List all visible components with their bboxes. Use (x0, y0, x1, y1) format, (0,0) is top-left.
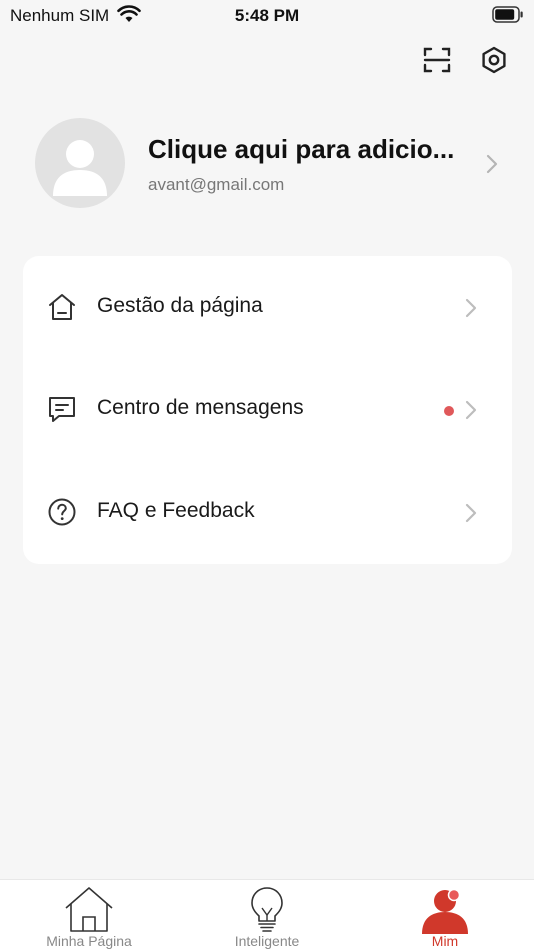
person-icon (422, 888, 468, 934)
tab-inteligente[interactable]: Inteligente (178, 880, 356, 950)
unread-indicator (444, 406, 454, 416)
menu-item-label: Gestão da página (97, 294, 263, 317)
house-icon (65, 887, 113, 932)
tab-mim[interactable]: Mim (356, 880, 534, 950)
scan-button[interactable] (419, 42, 455, 78)
menu-item-label: FAQ e Feedback (97, 499, 255, 522)
home-icon (45, 290, 79, 324)
lightbulb-icon (251, 887, 283, 932)
chevron-right-icon (465, 298, 477, 318)
profile-email: avant@gmail.com (148, 175, 285, 194)
settings-icon (482, 46, 506, 74)
tab-label: Mim (431, 933, 459, 949)
tab-label: Minha Página (46, 933, 132, 949)
message-icon (45, 392, 79, 426)
tab-bar: Minha Página Inteligente Mim (0, 879, 534, 950)
menu-item-messages[interactable]: Centro de mensagens (23, 358, 512, 460)
chevron-right-icon (486, 154, 498, 174)
settings-button[interactable] (476, 42, 512, 78)
menu-card: Gestão da página Centro de mensagens FAQ… (23, 256, 512, 564)
menu-item-label: Centro de mensagens (97, 396, 304, 419)
profile-header[interactable]: Clique aqui para adicio... avant@gmail.c… (0, 112, 534, 216)
menu-item-faq-feedback[interactable]: FAQ e Feedback (23, 461, 512, 563)
help-icon (45, 495, 79, 529)
chevron-right-icon (465, 503, 477, 523)
chevron-right-icon (465, 400, 477, 420)
battery-icon (492, 6, 523, 23)
default-avatar-icon (53, 140, 107, 196)
tab-minha-pagina[interactable]: Minha Página (0, 880, 178, 950)
avatar[interactable] (35, 118, 125, 208)
status-time: 5:48 PM (234, 6, 300, 25)
menu-item-page-management[interactable]: Gestão da página (23, 256, 512, 358)
status-bar: Nenhum SIM 5:48 PM (0, 0, 534, 30)
profile-name[interactable]: Clique aqui para adicio... (148, 134, 468, 165)
tab-label: Inteligente (234, 933, 300, 949)
profile-screen: Nenhum SIM 5:48 PM Clique aqui para adic… (0, 0, 534, 950)
scan-icon (423, 47, 451, 73)
